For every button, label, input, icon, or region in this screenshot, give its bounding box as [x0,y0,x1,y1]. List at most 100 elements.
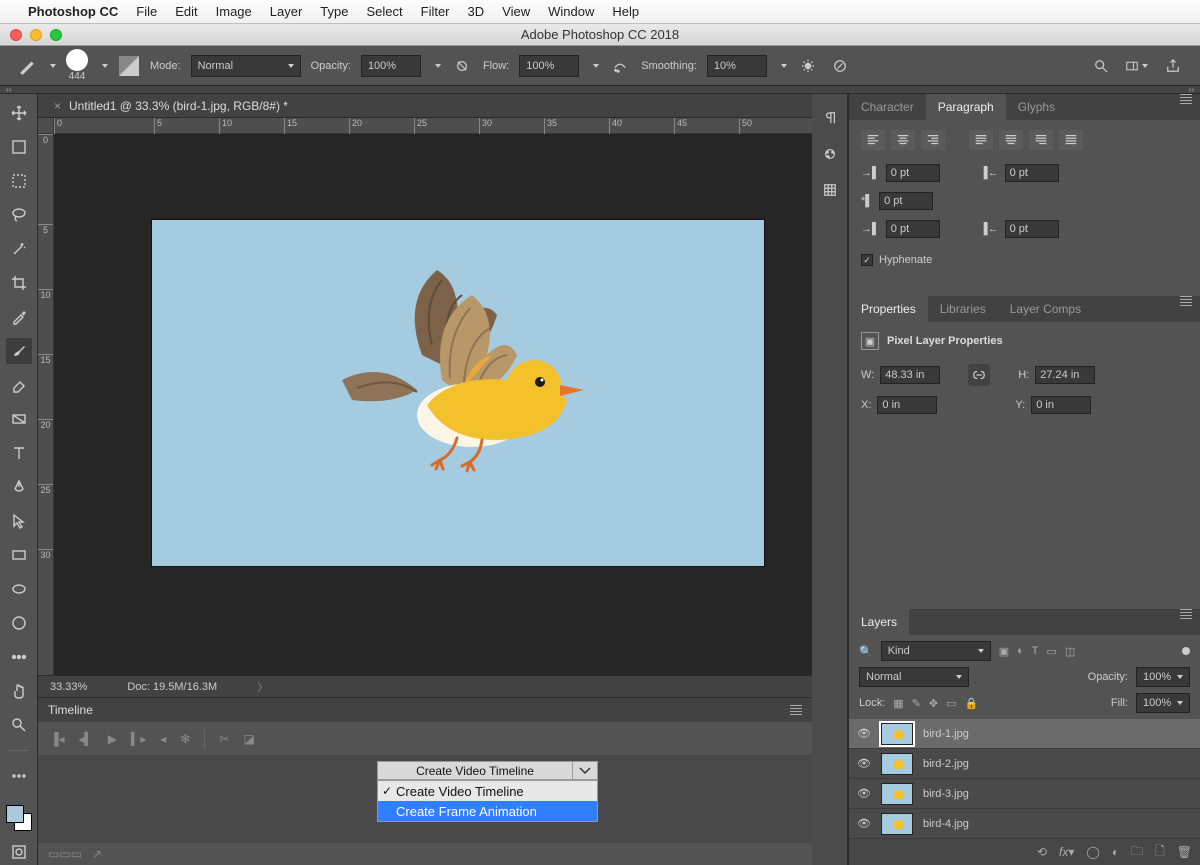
layer-opacity-input[interactable]: 100% [1136,667,1190,687]
swatches-dock-icon[interactable] [820,144,840,164]
align-left-icon[interactable] [861,130,885,150]
collapse-bar[interactable]: ››‹‹ [0,86,1200,94]
align-right-icon[interactable] [921,130,945,150]
canvas-area[interactable]: 0 5 10 15 20 25 30 35 40 45 50 0 5 10 15… [38,118,812,675]
visibility-icon[interactable]: 👁 [857,817,871,830]
marquee-tool[interactable] [6,168,32,194]
audio-mute-icon[interactable]: ◂ [160,732,166,746]
justify-left-icon[interactable] [969,130,993,150]
maximize-window-button[interactable] [50,29,62,41]
lock-transparent-icon[interactable]: ▦ [893,697,903,710]
layer-row[interactable]: 👁 bird-2.jpg [849,749,1200,779]
edit-toolbar-icon[interactable] [6,763,32,789]
minimize-window-button[interactable] [30,29,42,41]
mode-select[interactable]: Normal [191,55,301,77]
tab-glyphs[interactable]: Glyphs [1006,94,1067,120]
panel-menu-icon[interactable] [790,705,802,715]
layer-fill-input[interactable]: 100% [1136,693,1190,713]
visibility-icon[interactable]: 👁 [857,727,871,740]
justify-right-icon[interactable] [1029,130,1053,150]
timeline-body[interactable]: Create Video Timeline Create Video Timel… [38,756,812,843]
chevron-down-icon[interactable] [435,64,441,68]
tab-paragraph[interactable]: Paragraph [926,94,1006,120]
ellipse-tool-2[interactable] [6,610,32,636]
menu-select[interactable]: Select [366,4,402,19]
layer-name[interactable]: bird-4.jpg [923,818,969,830]
height-input[interactable] [1035,366,1095,384]
lasso-tool[interactable] [6,202,32,228]
menu-help[interactable]: Help [612,4,639,19]
menu-file[interactable]: File [136,4,157,19]
add-mask-icon[interactable]: ◯ [1086,845,1099,859]
flow-input[interactable]: 100% [519,55,579,77]
filter-pixel-icon[interactable]: ▣ [999,645,1009,658]
panel-menu-icon[interactable] [1172,296,1200,322]
layer-name[interactable]: bird-3.jpg [923,788,969,800]
width-input[interactable] [880,366,940,384]
panel-menu-icon[interactable] [1172,609,1200,635]
filter-type-icon[interactable]: T [1032,645,1039,658]
x-input[interactable] [877,396,937,414]
smoothing-options-icon[interactable] [797,55,819,77]
filter-smart-icon[interactable]: ◫ [1065,645,1075,658]
filter-type-select[interactable]: Kind [881,641,991,661]
panel-menu-icon[interactable] [1172,94,1200,120]
lock-paint-icon[interactable]: ✎ [912,697,921,710]
first-frame-icon[interactable]: ▐◂ [50,732,65,746]
rectangle-tool[interactable] [6,542,32,568]
type-tool[interactable] [6,440,32,466]
artboard-tool[interactable] [6,134,32,160]
pressure-opacity-icon[interactable] [451,55,473,77]
quickmask-icon[interactable] [6,839,32,865]
canvas[interactable] [152,220,764,566]
render-icon[interactable]: ↗ [92,847,102,861]
chevron-down-icon[interactable] [102,64,108,68]
tab-properties[interactable]: Properties [849,296,928,322]
lock-artboard-icon[interactable]: ▭ [946,697,956,710]
timeline-foot-icon[interactable]: ▭▭▭ [48,847,82,861]
brush-tool[interactable] [6,338,32,364]
close-window-button[interactable] [10,29,22,41]
dots-tool[interactable] [6,644,32,670]
y-input[interactable] [1031,396,1091,414]
first-line-input[interactable] [879,192,933,210]
zoom-level[interactable]: 33.33% [50,681,87,693]
layer-name[interactable]: bird-1.jpg [923,728,969,740]
workspace-icon[interactable] [1126,55,1148,77]
filter-adjust-icon[interactable]: ◐ [1017,645,1024,658]
space-after-input[interactable] [1005,220,1059,238]
layer-name[interactable]: bird-2.jpg [923,758,969,770]
menu-window[interactable]: Window [548,4,594,19]
add-adjustment-icon[interactable]: ◐ [1112,845,1119,859]
timeline-settings-icon[interactable]: ✻ [180,732,190,746]
prev-frame-icon[interactable]: ◂▍ [79,732,94,746]
zoom-tool[interactable] [6,712,32,738]
eraser-tool[interactable] [6,372,32,398]
search-icon[interactable] [1090,55,1112,77]
paragraph-dock-icon[interactable] [820,108,840,128]
magic-wand-tool[interactable] [6,236,32,262]
chevron-down-icon[interactable] [781,64,787,68]
play-icon[interactable]: ▶ [108,732,117,746]
justify-center-icon[interactable] [999,130,1023,150]
crop-tool[interactable] [6,270,32,296]
eyedropper-tool[interactable] [6,304,32,330]
lock-position-icon[interactable]: ✥ [929,697,938,710]
share-icon[interactable] [1162,55,1184,77]
chevron-down-icon[interactable] [50,64,56,68]
filter-shape-icon[interactable]: ▭ [1047,645,1057,658]
new-layer-icon[interactable]: 🗋 [1155,842,1165,863]
indent-left-input[interactable] [886,164,940,182]
blend-mode-select[interactable]: Normal [859,667,969,687]
tab-layers[interactable]: Layers [849,609,909,635]
document-tab[interactable]: × Untitled1 @ 33.3% (bird-1.jpg, RGB/8#)… [54,99,288,113]
smoothing-input[interactable]: 10% [707,55,767,77]
transition-icon[interactable]: ◪ [243,732,254,746]
menu-layer[interactable]: Layer [270,4,303,19]
filter-toggle-icon[interactable] [1182,647,1190,655]
brush-preview[interactable] [66,49,88,71]
new-group-icon[interactable]: 🗀 [1131,842,1143,863]
menu-filter[interactable]: Filter [421,4,450,19]
indent-right-input[interactable] [1005,164,1059,182]
ellipse-tool[interactable] [6,576,32,602]
